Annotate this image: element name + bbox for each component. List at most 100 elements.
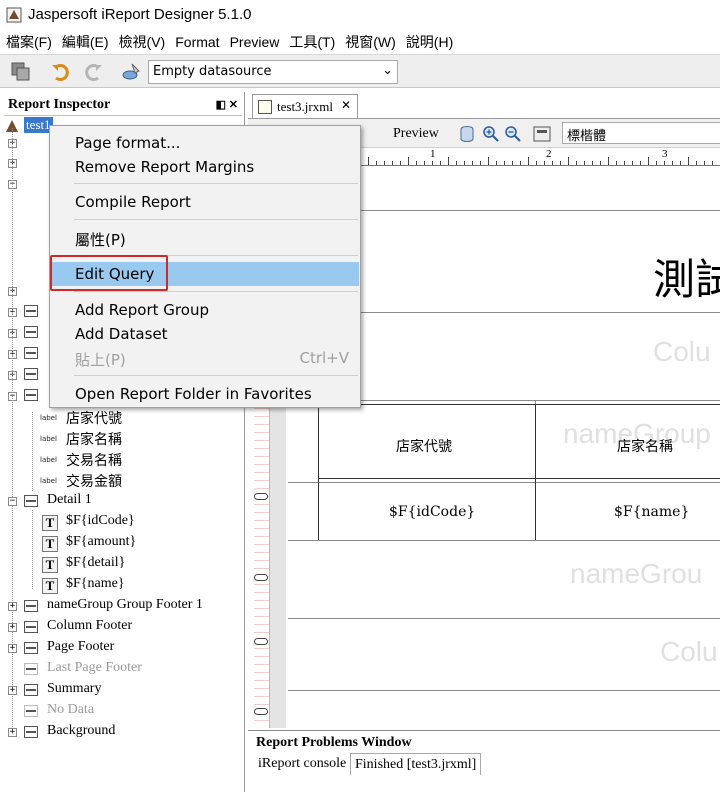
tree-field-text: $F{amount} [66,534,137,549]
tree-expander[interactable]: + [8,728,17,737]
menu-item-add-dataset[interactable]: Add Dataset [51,322,359,346]
tree-expander[interactable]: + [8,644,17,653]
inspector-header: Report Inspector ◧ ✕ [4,96,242,116]
tree-expander[interactable]: + [8,602,17,611]
tree-band-item[interactable]: Summary [47,681,101,701]
redo-icon[interactable] [82,61,104,83]
datasource-select[interactable]: Empty datasource ⌄ [148,60,398,84]
menu-item-compile-report[interactable]: Compile Report [51,190,359,214]
tree-expander[interactable]: + [8,623,17,632]
menu-item-remove-margins[interactable]: Remove Report Margins [51,155,359,179]
tree-band-label: Summary [47,681,102,696]
tree-band-item[interactable]: No Data [47,702,94,722]
chevron-down-icon: ⌄ [382,63,393,78]
field-cell[interactable]: $F{idCode} [389,504,475,520]
ruler-tick [496,161,497,165]
report-title-text[interactable]: 測試 [653,246,720,307]
band-icon [24,368,38,380]
band-icon [24,684,38,696]
band-icon [24,621,38,633]
band-icon [24,495,38,507]
menu-preview[interactable]: Preview [230,34,280,50]
menu-help[interactable]: 說明(H) [406,32,453,52]
ruler-tick [624,161,625,165]
label-icon: label [40,435,57,443]
ruler-tick [560,161,561,165]
ruler-tick [648,157,649,165]
preview-tab[interactable]: Preview [393,126,439,142]
band-icon [24,642,38,654]
menu-item-add-report-group[interactable]: Add Report Group [51,298,359,322]
ruler-number: 1 [430,148,436,160]
band-icon [24,663,38,675]
menu-edit[interactable]: 編輯(E) [62,32,109,52]
menu-file[interactable]: 檔案(F) [6,32,52,52]
datasource-icon[interactable] [120,61,142,83]
undo-icon[interactable] [50,61,72,83]
tree-band-item[interactable]: Background [47,723,115,743]
ruler-tick [488,157,489,165]
textfield-icon: T [42,515,58,531]
textfield-icon: T [42,536,58,552]
textfield-icon: T [42,578,58,594]
menu-tools[interactable]: 工具(T) [289,32,335,52]
close-tab-icon[interactable]: ✕ [341,98,351,113]
tab-ireport-console[interactable]: iReport console [254,753,350,775]
tree-band-detail[interactable]: Detail 1 [47,492,92,512]
ruler-tick [696,161,697,165]
jrxml-file-icon [258,100,272,114]
tree-field-text: $F{name} [66,576,125,591]
tab-finished[interactable]: Finished [test3.jrxml] [350,753,482,775]
tab-label: test3.jrxml [277,99,333,114]
tree-band-item[interactable]: nameGroup Group Footer 1 [47,597,203,617]
label-icon: label [40,456,57,464]
tree-expander[interactable]: − [8,497,17,506]
tree-band-item[interactable]: Page Footer [47,639,114,659]
ruler-tick [408,157,409,165]
ghost-band-label: nameGrou [570,558,703,589]
zoom-in-icon[interactable] [482,125,500,143]
ghost-band-label: Colu [660,636,718,667]
font-select-value: 標楷體 [567,129,607,144]
tree-label-text: 店家名稱 [66,433,122,448]
tree-expander[interactable]: + [8,686,17,695]
band-icon [24,305,38,317]
menu-item-label: Compile Report [75,193,191,211]
band-icon [24,705,38,717]
menu-format[interactable]: Format [175,34,219,50]
window-title: Jaspersoft iReport Designer 5.1.0 [28,6,252,23]
menu-window[interactable]: 視窗(W) [345,32,396,52]
field-cell[interactable]: $F{name} [614,504,689,520]
ruler-tick [568,157,569,165]
tree-label-text: 店家代號 [66,412,122,427]
menu-item-paste[interactable]: 貼上(P) Ctrl+V [51,346,359,370]
menu-item-open-folder-favorites[interactable]: Open Report Folder in Favorites [51,382,359,406]
header-cell[interactable]: 店家名稱 [617,436,673,456]
ruler-tick [616,161,617,165]
menu-item-properties[interactable]: 屬性(P) [51,226,359,250]
annotation-highlight-box [50,255,168,291]
tree-label-text: 交易名稱 [66,454,122,469]
ruler-tick [512,161,513,165]
zoom-out-icon[interactable] [504,125,522,143]
ruler-tick [376,161,377,165]
minimize-panel-icon[interactable]: ◧ [216,99,226,111]
database-icon[interactable] [458,125,476,143]
properties-icon[interactable] [532,124,552,144]
ruler-tick [400,161,401,165]
menu-item-page-format[interactable]: Page format... [51,131,359,155]
menu-view[interactable]: 檢視(V) [119,32,166,52]
tree-band-item[interactable]: Last Page Footer [47,660,142,680]
close-panel-icon[interactable]: ✕ [229,99,238,111]
save-all-icon[interactable] [10,61,32,83]
ruler-number: 3 [662,148,668,160]
tab-test3[interactable]: test3.jrxml ✕ [252,94,358,118]
font-select[interactable]: 標楷體 [562,122,720,144]
tree-band-label: nameGroup Group Footer 1 [47,597,203,612]
menu-item-shortcut: Ctrl+V [299,349,349,367]
ruler-tick [536,161,537,165]
ruler-tick [520,161,521,165]
header-cell[interactable]: 店家代號 [396,436,452,456]
tree-band-item[interactable]: Column Footer [47,618,132,638]
main-toolbar: Empty datasource ⌄ [0,54,720,88]
